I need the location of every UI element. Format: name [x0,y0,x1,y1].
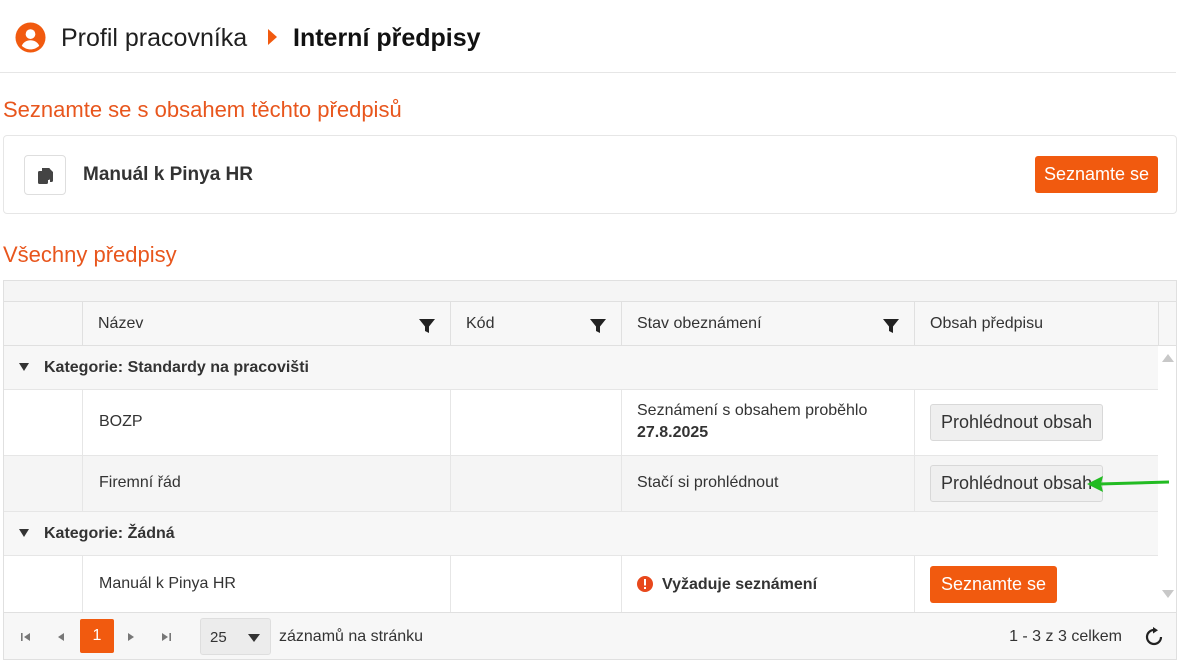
last-page-icon[interactable] [159,630,173,644]
scroll-up-arrow-icon[interactable] [1162,354,1174,362]
annotation-arrow-icon [1087,476,1170,492]
regulation-name: Manuál k Pinya HR [99,575,236,592]
acknowledge-row-button[interactable]: Seznamte se [930,566,1058,603]
filter-icon[interactable] [419,318,435,334]
grid-group-panel [4,281,1176,302]
regulation-name: BOZP [99,413,143,430]
view-content-button[interactable]: Prohlédnout obsah [930,404,1104,441]
regulation-name: Firemní řád [99,474,181,491]
group-row-standards[interactable]: Kategorie: Standardy na pracovišti [4,346,1158,390]
page-size-label: záznamů na stránku [279,628,424,645]
acknowledge-state: Seznámení s obsahem proběhlo [637,402,868,419]
regulations-grid: Název Kód Stav obeznámení Obsah předpisu… [3,280,1177,660]
column-header-code[interactable]: Kód [450,302,621,346]
acknowledge-state: Stačí si prohlédnout [637,474,779,491]
table-row: Manuál k Pinya HR Vyžaduje seznámení Sez… [4,556,1158,614]
all-regulations-title: Všechny předpisy [3,242,177,267]
pending-regulation-card: Manuál k Pinya HR Seznamte se [3,135,1177,214]
acknowledge-button[interactable]: Seznamte se [1035,156,1158,193]
table-row: BOZP Seznámení s obsahem proběhlo 27.8.2… [4,390,1158,456]
regulation-code [450,556,621,614]
chevron-down-icon [248,634,260,642]
user-profile-icon[interactable] [15,22,46,53]
collapse-caret-icon[interactable] [19,529,29,537]
warning-icon [637,576,653,592]
document-copy-icon [38,168,53,184]
document-icon-box [24,155,66,195]
breadcrumb-parent[interactable]: Profil pracovníka [61,24,247,53]
refresh-icon[interactable] [1144,627,1164,647]
first-page-icon[interactable] [19,630,33,644]
page-header: Profil pracovníka Interní předpisy [0,0,1176,73]
breadcrumb-current: Interní předpisy [293,24,481,52]
regulation-code [450,390,621,455]
acknowledge-date: 27.8.2025 [637,424,709,441]
table-row: Firemní řád Stačí si prohlédnout Prohléd… [4,456,1158,512]
pager-info: 1 - 3 z 3 celkem [1009,628,1122,645]
column-header-content[interactable]: Obsah předpisu [914,302,1159,346]
acknowledge-state: Vyžaduje seznámení [662,576,818,593]
grid-body: Kategorie: Standardy na pracovišti BOZP … [4,346,1158,614]
breadcrumb-separator-icon [268,29,277,45]
filter-icon[interactable] [590,318,606,334]
column-header-state[interactable]: Stav obeznámení [621,302,914,346]
regulation-code [450,456,621,511]
group-row-none[interactable]: Kategorie: Žádná [4,512,1158,556]
scroll-down-arrow-icon[interactable] [1162,590,1174,598]
collapse-caret-icon[interactable] [19,363,29,371]
column-header-name[interactable]: Název [82,302,450,346]
pending-regulation-name: Manuál k Pinya HR [83,164,253,185]
acknowledge-section-title: Seznamte se s obsahem těchto předpisů [3,97,402,122]
next-page-icon[interactable] [124,630,138,644]
view-content-button[interactable]: Prohlédnout obsah [930,465,1104,502]
grid-header: Název Kód Stav obeznámení Obsah předpisu [4,302,1176,346]
pager: 1 25 záznamů na stránku 1 - 3 z 3 celkem [4,612,1176,659]
current-page-button[interactable]: 1 [80,619,114,653]
previous-page-icon[interactable] [54,630,68,644]
page-size-select[interactable]: 25 [200,618,271,655]
filter-icon[interactable] [883,318,899,334]
